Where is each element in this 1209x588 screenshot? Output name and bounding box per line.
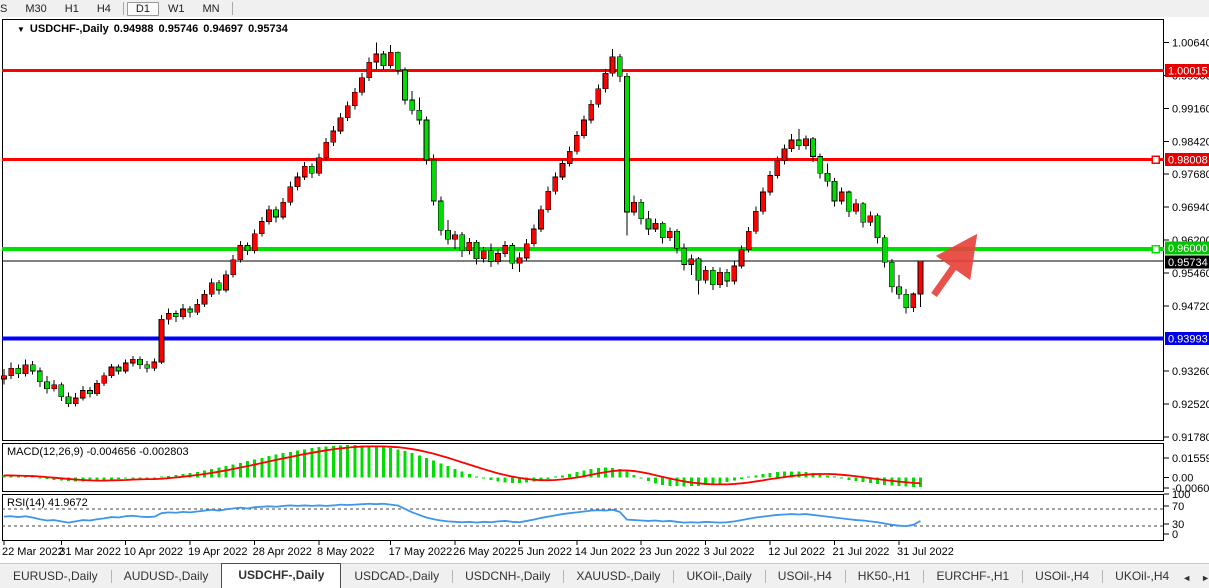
chart-window[interactable]: 1.006400.999000.991600.984200.976800.969… — [0, 17, 1209, 563]
tab-scroll-left-icon[interactable]: ◄ — [1182, 573, 1191, 583]
tab-usoil-h4-2[interactable]: USOil-,H4 — [1022, 565, 1102, 588]
hline-0.96000[interactable] — [2, 246, 1164, 253]
svg-text:0.93260: 0.93260 — [1172, 366, 1209, 378]
svg-text:0.015596: 0.015596 — [1172, 453, 1209, 465]
tab-audusd-daily[interactable]: AUDUSD-,Daily — [111, 565, 222, 588]
svg-text:31 Mar 2022: 31 Mar 2022 — [59, 546, 121, 558]
timeframe-button-s[interactable]: S — [0, 2, 16, 16]
svg-text:1.00015: 1.00015 — [1168, 65, 1208, 77]
timeframe-button-h4[interactable]: H4 — [88, 2, 120, 16]
svg-text:26 May 2022: 26 May 2022 — [453, 546, 517, 558]
tab-ukoil-h4[interactable]: UKOil-,H4 — [1102, 565, 1182, 588]
svg-text:8 May 2022: 8 May 2022 — [317, 546, 374, 558]
chart-title: ▼ USDCHF-,Daily 0.94988 0.95746 0.94697 … — [17, 23, 288, 35]
svg-text:5 Jun 2022: 5 Jun 2022 — [518, 546, 572, 558]
svg-text:3 Jul 2022: 3 Jul 2022 — [704, 546, 755, 558]
svg-text:22 Mar 2022: 22 Mar 2022 — [2, 546, 64, 558]
svg-text:17 May 2022: 17 May 2022 — [389, 546, 453, 558]
toolbar-separator — [123, 2, 124, 15]
svg-text:19 Apr 2022: 19 Apr 2022 — [188, 546, 247, 558]
svg-text:0.97680: 0.97680 — [1172, 169, 1209, 181]
tab-xauusd-daily[interactable]: XAUUSD-,Daily — [563, 565, 673, 588]
price-badge-1.00015: 1.00015 — [1165, 64, 1209, 78]
ohlc-close: 0.95734 — [248, 23, 288, 35]
svg-text:0.94720: 0.94720 — [1172, 301, 1209, 313]
rsi-indicator-label: RSI(14) 41.9672 — [7, 497, 88, 509]
candles-layer — [2, 43, 923, 407]
price-badge-0.95734: 0.95734 — [1165, 255, 1209, 269]
rsi-panel: 10070300 — [2, 489, 1190, 541]
tab-eurchf-h1[interactable]: EURCHF-,H1 — [923, 565, 1022, 588]
svg-text:0: 0 — [1172, 529, 1178, 541]
tab-ukoil-daily[interactable]: UKOil-,Daily — [673, 565, 764, 588]
toolbar-separator — [232, 2, 233, 15]
timeframe-button-m30[interactable]: M30 — [16, 2, 55, 16]
macd-indicator-label: MACD(12,26,9) -0.004656 -0.002803 — [7, 446, 189, 458]
ohlc-high: 0.95746 — [159, 23, 199, 35]
svg-text:0.95460: 0.95460 — [1172, 268, 1209, 280]
timeframe-button-w1[interactable]: W1 — [159, 2, 194, 16]
svg-text:0.98420: 0.98420 — [1172, 136, 1209, 148]
svg-text:0.95734: 0.95734 — [1168, 257, 1208, 269]
timeframe-button-h1[interactable]: H1 — [56, 2, 88, 16]
svg-text:100: 100 — [1172, 489, 1190, 501]
price-chart[interactable]: 1.006400.999000.991600.984200.976800.969… — [0, 17, 1209, 563]
price-badge-0.96000: 0.96000 — [1165, 242, 1209, 256]
tab-eurusd-daily[interactable]: EURUSD-,Daily — [0, 565, 111, 588]
svg-text:0.93993: 0.93993 — [1168, 333, 1208, 345]
svg-text:0.96000: 0.96000 — [1168, 243, 1208, 255]
price-badge-0.98008: 0.98008 — [1165, 153, 1209, 167]
tab-hk50-h1[interactable]: HK50-,H1 — [845, 565, 924, 588]
timeframe-toolbar: S M30 H1 H4 D1 W1 MN — [0, 0, 1209, 18]
rsi-line — [4, 504, 920, 526]
svg-text:0.98008: 0.98008 — [1168, 155, 1208, 167]
tab-usdchf-daily[interactable]: USDCHF-,Daily — [221, 563, 341, 588]
svg-text:0.96940: 0.96940 — [1172, 202, 1209, 214]
svg-text:0.92520: 0.92520 — [1172, 399, 1209, 411]
tab-usdcnh-daily[interactable]: USDCNH-,Daily — [452, 565, 563, 588]
price-badge-0.93993: 0.93993 — [1165, 332, 1209, 346]
tab-scroll-arrows: ◄ ► — [1182, 573, 1209, 588]
symbol-tab-bar: EURUSD-,Daily AUDUSD-,Daily USDCHF-,Dail… — [0, 563, 1209, 588]
hline-0.98008[interactable] — [2, 156, 1164, 163]
chart-symbol-label: USDCHF-,Daily — [30, 23, 109, 35]
svg-text:0.99160: 0.99160 — [1172, 103, 1209, 115]
svg-text:31 Jul 2022: 31 Jul 2022 — [897, 546, 954, 558]
svg-text:23 Jun 2022: 23 Jun 2022 — [639, 546, 700, 558]
price-axis: 1.006400.999000.991600.984200.976800.969… — [1164, 38, 1209, 444]
ohlc-open: 0.94988 — [114, 23, 154, 35]
svg-text:1.00640: 1.00640 — [1172, 38, 1209, 50]
trend-arrow-annotation[interactable] — [934, 244, 970, 295]
svg-text:10 Apr 2022: 10 Apr 2022 — [124, 546, 183, 558]
svg-text:12 Jul 2022: 12 Jul 2022 — [768, 546, 825, 558]
panel-frames — [3, 20, 1164, 541]
tab-scroll-right-icon[interactable]: ► — [1201, 573, 1209, 583]
svg-text:14 Jun 2022: 14 Jun 2022 — [575, 546, 636, 558]
timeframe-button-d1[interactable]: D1 — [127, 2, 159, 16]
ohlc-low: 0.94697 — [203, 23, 243, 35]
chart-dropdown-icon[interactable]: ▼ — [17, 25, 25, 34]
svg-text:70: 70 — [1172, 501, 1184, 513]
tab-usdcad-daily[interactable]: USDCAD-,Daily — [341, 565, 452, 588]
tab-usoil-h4[interactable]: USOil-,H4 — [765, 565, 845, 588]
date-axis: 22 Mar 202231 Mar 202210 Apr 2022 19 Apr … — [2, 541, 954, 558]
timeframe-button-mn[interactable]: MN — [193, 2, 228, 16]
svg-text:21 Jul 2022: 21 Jul 2022 — [833, 546, 890, 558]
svg-text:0.91780: 0.91780 — [1172, 432, 1209, 444]
svg-text:28 Apr 2022: 28 Apr 2022 — [253, 546, 312, 558]
